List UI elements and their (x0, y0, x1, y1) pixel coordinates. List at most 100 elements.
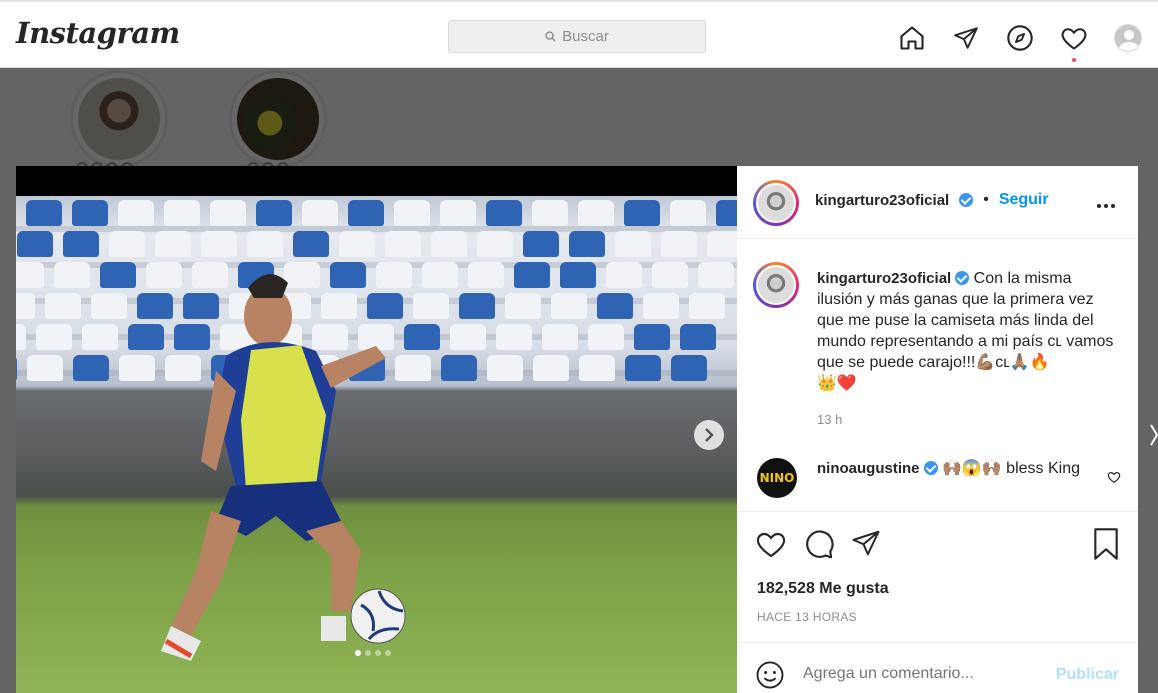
instagram-logo[interactable]: Instagram (16, 16, 180, 50)
verified-badge-icon (923, 461, 938, 475)
caption-text: kingarturo23oficial Con la misma ilusión… (817, 268, 1117, 394)
heart-icon (756, 532, 786, 558)
add-comment-bar: Publicar (737, 642, 1138, 693)
stadium-seat (634, 324, 670, 350)
stadium-seat (496, 324, 532, 350)
carousel-next-button[interactable] (694, 420, 724, 450)
stadium-seat (477, 231, 513, 257)
separator-dot: • (983, 191, 989, 208)
post-detail-panel: kingarturo23oficial • Seguir kingarturo2… (737, 166, 1138, 693)
stadium-seat (302, 200, 338, 226)
stadium-seat (450, 324, 486, 350)
stadium-seat (486, 200, 522, 226)
comment-input[interactable] (803, 665, 1043, 683)
commenter-username[interactable]: ninoaugustine (817, 460, 920, 477)
carousel-indicator (355, 650, 391, 656)
stadium-seat (532, 200, 568, 226)
comment-button[interactable] (803, 528, 835, 565)
caption-timestamp[interactable]: 13 h (817, 412, 842, 427)
post-photo[interactable] (16, 196, 737, 693)
stadium-seat (36, 324, 72, 350)
carousel-dot (375, 650, 381, 656)
author-username[interactable]: kingarturo23oficial (815, 192, 949, 209)
emoji-button[interactable] (755, 660, 785, 693)
stadium-seat (670, 200, 706, 226)
stadium-seat (689, 293, 725, 319)
post-media (16, 166, 737, 693)
stadium-seat (505, 293, 541, 319)
stadium-seat (588, 324, 624, 350)
stadium-seat (118, 200, 154, 226)
stadium-seat (26, 200, 62, 226)
more-options-button[interactable] (1096, 192, 1116, 215)
stadium-seat (256, 200, 292, 226)
explore-icon[interactable] (1004, 22, 1036, 54)
carousel-dot (385, 650, 391, 656)
carousel-dot (355, 650, 361, 656)
notification-dot (1072, 58, 1076, 62)
search-placeholder: Buscar (562, 28, 609, 45)
chevron-right-icon (705, 428, 714, 442)
like-button[interactable] (755, 528, 787, 565)
heart-icon (1107, 472, 1121, 483)
modal-next-post-arrow-icon[interactable] (1150, 420, 1158, 450)
post-timestamp[interactable]: HACE 13 HORAS (757, 610, 857, 624)
author-avatar[interactable] (753, 180, 799, 226)
soccer-ball-icon (350, 588, 406, 644)
stadium-seat (560, 262, 596, 288)
stadium-seat (16, 293, 35, 319)
stadium-seat (652, 262, 688, 288)
stadium-seat (109, 231, 145, 257)
stadium-seat (523, 231, 559, 257)
search-input[interactable]: Buscar (448, 20, 706, 53)
stadium-seat (431, 231, 467, 257)
more-icon (1097, 204, 1115, 208)
stadium-seat (624, 200, 660, 226)
profile-avatar[interactable] (1112, 22, 1144, 54)
verified-badge-icon (959, 193, 974, 207)
stadium-seat (533, 355, 569, 381)
stadium-seat (643, 293, 679, 319)
stadium-seat (72, 200, 108, 226)
stadium-seat (671, 355, 707, 381)
stadium-seat (542, 324, 578, 350)
verified-badge-icon (955, 271, 970, 285)
stadium-seat (487, 355, 523, 381)
comment-like-button[interactable] (1107, 470, 1121, 489)
stadium-seat (73, 355, 109, 381)
top-navbar: Instagram Buscar (0, 0, 1158, 68)
share-button[interactable] (851, 528, 881, 565)
stadium-seat (17, 231, 53, 257)
stadium-seat (698, 262, 734, 288)
save-button[interactable] (1092, 528, 1120, 565)
likes-count[interactable]: 182,528 Me gusta (757, 580, 889, 598)
caption-author[interactable]: kingarturo23oficial (817, 270, 951, 287)
publish-button[interactable]: Publicar (1056, 666, 1119, 684)
follow-button[interactable]: Seguir (999, 191, 1049, 209)
stadium-seat (680, 324, 716, 350)
stadium-seat (394, 200, 430, 226)
stadium-seat (16, 355, 17, 381)
post-actions: 182,528 Me gusta HACE 13 HORAS (737, 511, 1138, 641)
stadium-seat (716, 200, 737, 226)
comment-text: ninoaugustine 🙌🏽😱🙌🏽 bless King (817, 458, 1097, 479)
commenter-avatar[interactable]: NINO (757, 458, 797, 498)
stadium-seat (54, 262, 90, 288)
stadium-seat (707, 231, 737, 257)
stadium-seat (348, 200, 384, 226)
activity-heart-icon[interactable] (1058, 22, 1090, 62)
comment-icon (806, 530, 834, 559)
stadium-seat (661, 231, 697, 257)
stadium-seat (551, 293, 587, 319)
direct-icon (852, 530, 880, 556)
stadium-seat (210, 200, 246, 226)
stadium-seat (578, 200, 614, 226)
stadium-seat (440, 200, 476, 226)
caption-author-avatar[interactable] (753, 262, 799, 308)
home-icon[interactable] (896, 22, 928, 54)
stadium-seat (100, 262, 136, 288)
stadium-seat (441, 355, 477, 381)
bookmark-icon (1094, 528, 1118, 560)
stadium-seat (597, 293, 633, 319)
direct-icon[interactable] (950, 22, 982, 54)
